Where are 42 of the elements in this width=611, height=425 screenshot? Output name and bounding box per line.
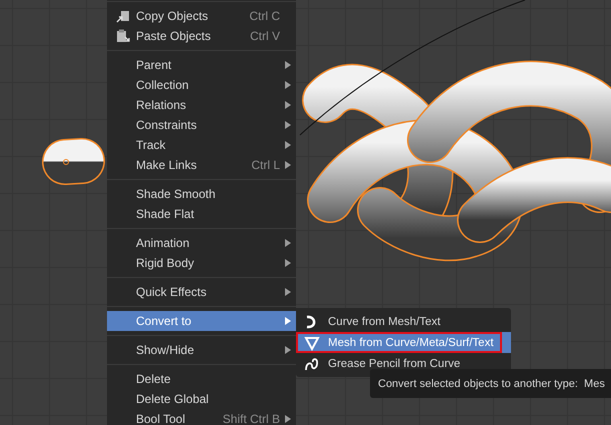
menu-item[interactable]: Delete Global [107, 389, 296, 409]
menu-item[interactable]: Copy Objects Ctrl C [107, 6, 296, 26]
submenu-arrow-icon [284, 161, 292, 169]
submenu-arrow-icon [284, 141, 292, 149]
menu-item[interactable]: Delete [107, 369, 296, 389]
submenu-arrow-icon [284, 346, 292, 354]
menu-item[interactable]: Parent [107, 55, 296, 75]
menu-item[interactable]: Track [107, 135, 296, 155]
menu-item[interactable]: Rigid Body [107, 253, 296, 273]
submenu-arrow-icon [284, 101, 292, 109]
submenu-arrow-icon [284, 288, 292, 296]
menu-item[interactable]: Mesh from Curve/Meta/Surf/Text [296, 332, 502, 353]
tooltip: Convert selected objects to another type: Mes [370, 369, 611, 398]
stroke-icon [304, 356, 320, 372]
tube-mesh-drawing [42, 138, 105, 185]
submenu-arrow-icon [284, 239, 292, 247]
submenu-arrow-icon [284, 121, 292, 129]
submenu-arrow-icon [284, 317, 292, 325]
menu-item[interactable]: Collection [107, 75, 296, 95]
triangle-icon [304, 334, 320, 350]
menu-item[interactable]: Constraints [107, 115, 296, 135]
submenu-arrow-icon [284, 415, 292, 423]
submenu-arrow-icon [284, 61, 292, 69]
menu-item[interactable]: Animation [107, 233, 296, 253]
menu-item[interactable]: Make Links Ctrl L [107, 155, 296, 175]
submenu-arrow-icon [284, 81, 292, 89]
shortcut-label: Ctrl V [250, 29, 280, 43]
menu-item[interactable]: Shade Smooth [107, 184, 296, 204]
menu-item[interactable]: Bool Tool Shift Ctrl B [107, 409, 296, 425]
copy-icon [115, 8, 131, 24]
menu-item[interactable]: Paste Objects Ctrl V [107, 26, 296, 46]
shortcut-label: Shift Ctrl B [222, 412, 280, 425]
menu-item[interactable]: Curve from Mesh/Text [296, 311, 448, 332]
shortcut-label: Ctrl L [251, 158, 280, 172]
clipboard-icon [115, 28, 131, 44]
shortcut-label: Ctrl C [249, 9, 280, 23]
menu-item[interactable]: Shade Flat [107, 204, 296, 224]
menu-item[interactable]: Quick Effects [107, 282, 296, 302]
menu-item[interactable]: Show/Hide [107, 340, 296, 360]
menu-item[interactable]: Convert to [107, 311, 296, 331]
submenu-arrow-icon [284, 259, 292, 267]
menu-item[interactable]: Relations [107, 95, 296, 115]
